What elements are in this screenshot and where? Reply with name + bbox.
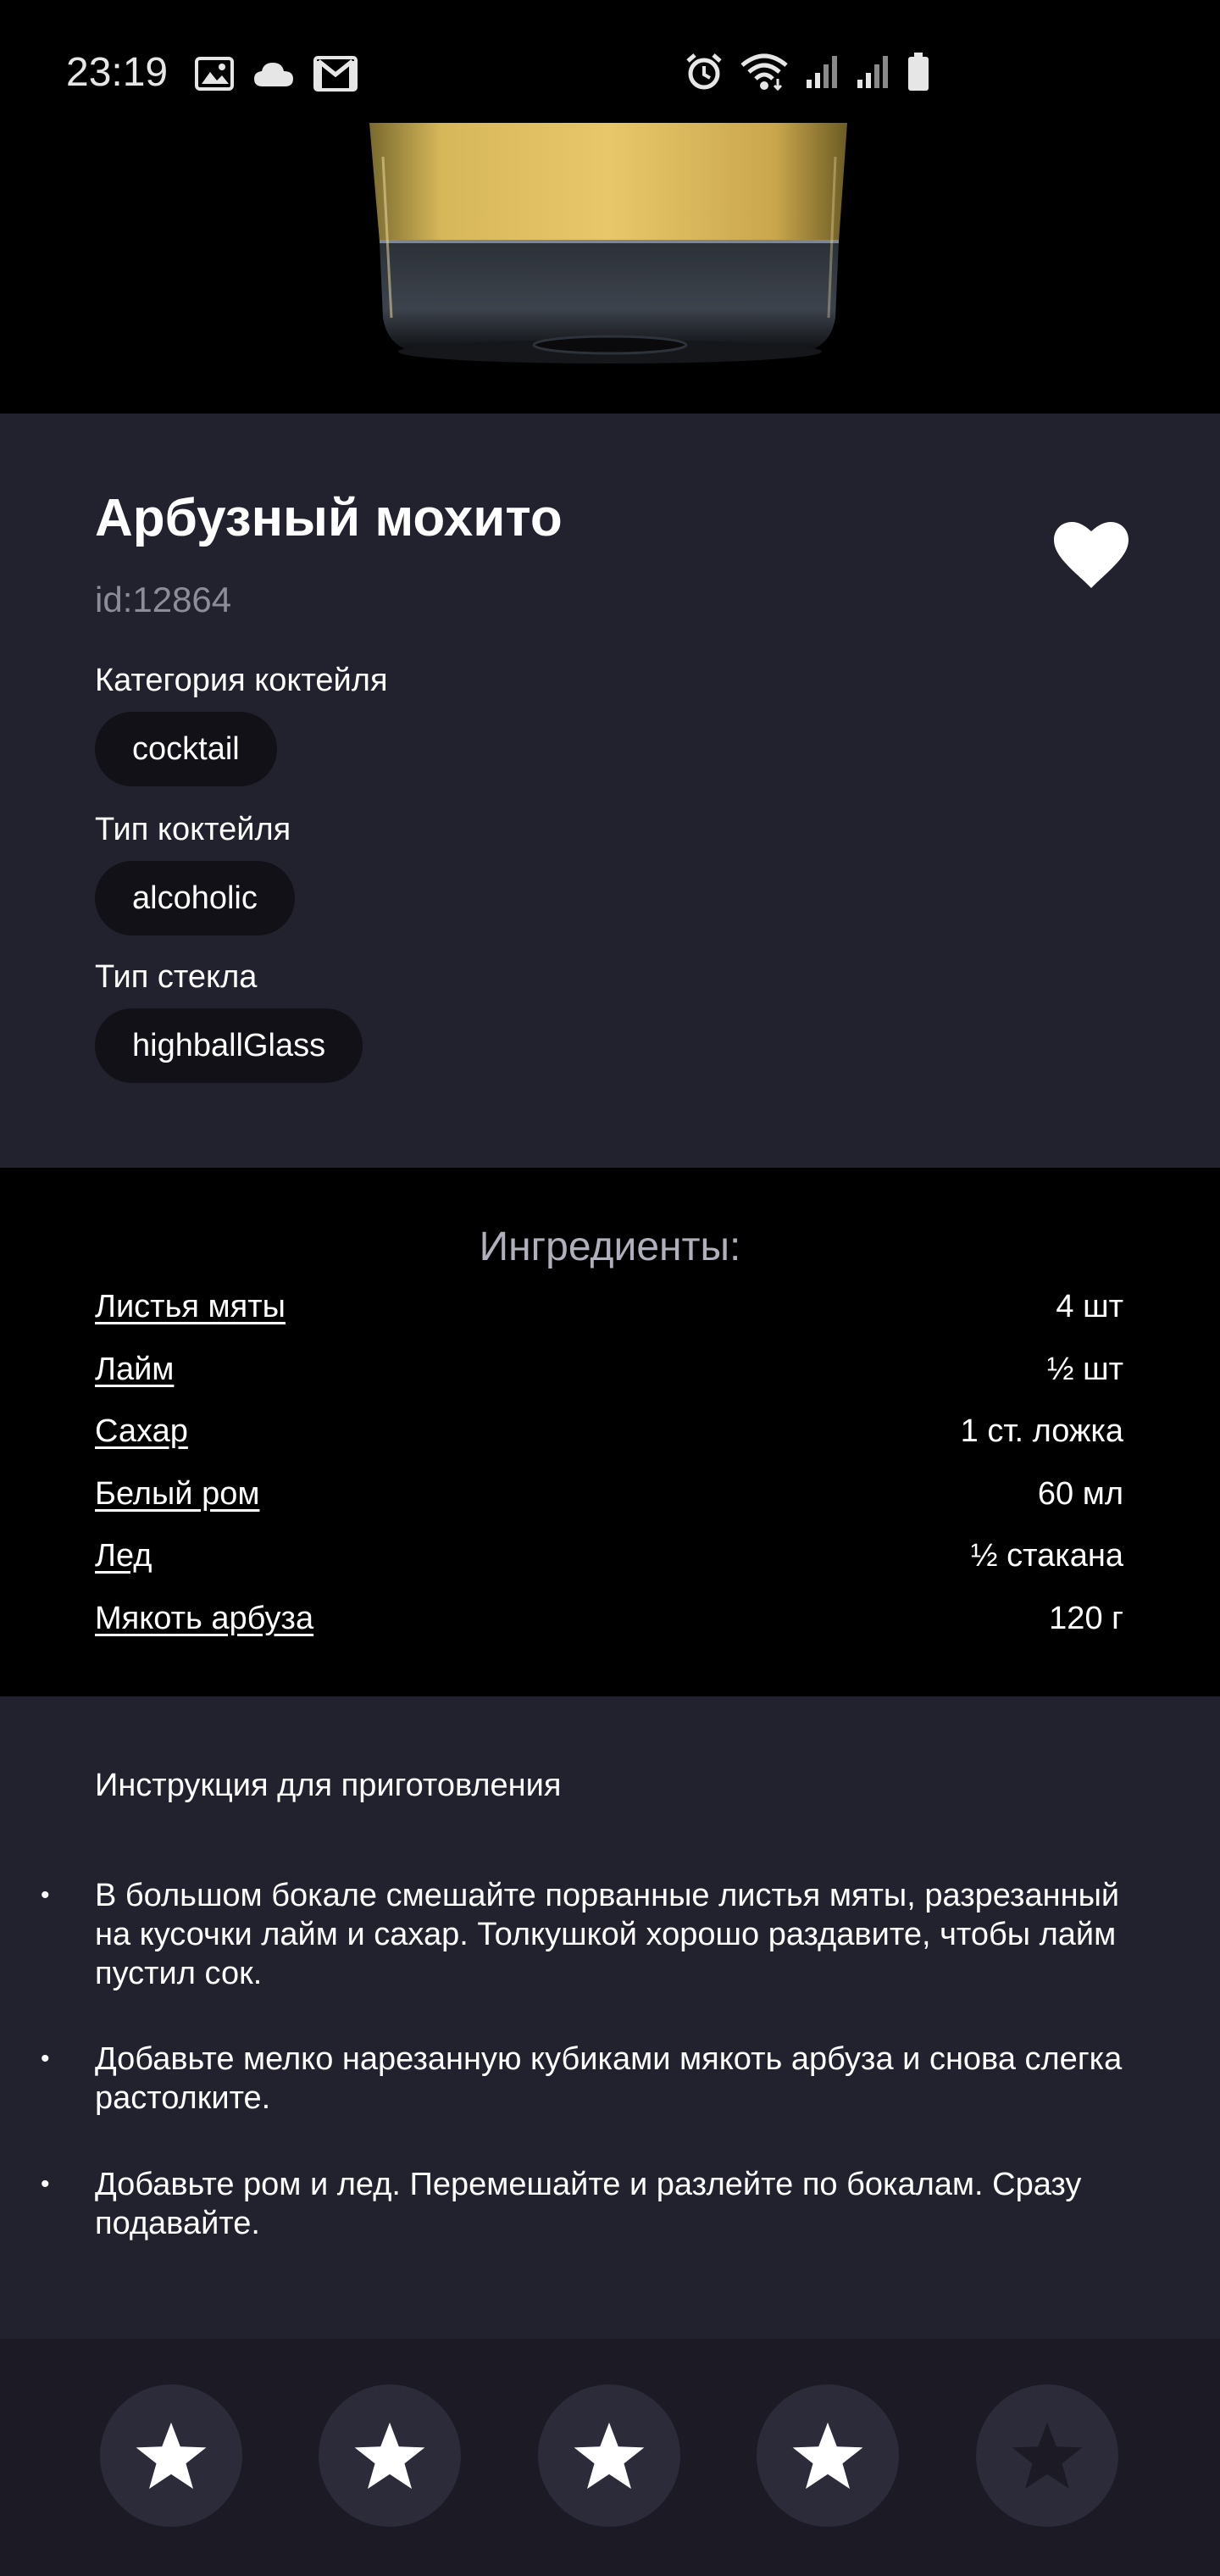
ingredient-row: Белый ром 60 мл xyxy=(95,1470,1123,1518)
rating-star-button-2[interactable] xyxy=(319,2384,461,2527)
drink-photo xyxy=(369,123,847,364)
rating-star-button-5[interactable] xyxy=(976,2384,1118,2527)
image-icon xyxy=(195,57,234,91)
battery-icon xyxy=(908,53,929,91)
ingredient-row: Мякоть арбуза 120 г xyxy=(95,1595,1123,1642)
rating-star-button-4[interactable] xyxy=(757,2384,899,2527)
drink-id: id:12864 xyxy=(95,580,232,619)
status-system-icons xyxy=(685,53,930,92)
ingredient-measure: ½ шт xyxy=(1046,1352,1123,1387)
ingredient-link[interactable]: Лайм xyxy=(95,1346,174,1393)
glass-chip[interactable]: highballGlass xyxy=(95,1008,363,1083)
ingredient-row: Лайм ½ шт xyxy=(95,1346,1123,1393)
star-icon xyxy=(354,2422,425,2490)
instruction-step: Добавьте ром и лед. Перемешайте и разлей… xyxy=(95,2167,1082,2241)
star-icon xyxy=(792,2422,863,2490)
ingredient-link[interactable]: Белый ром xyxy=(95,1470,259,1518)
cloud-icon xyxy=(254,63,293,86)
ingredient-measure: ½ стакана xyxy=(970,1538,1123,1574)
favorite-button[interactable] xyxy=(1039,512,1144,600)
star-icon xyxy=(1012,2422,1083,2490)
instruction-step: Добавьте мелко нарезанную кубиками мякот… xyxy=(95,2041,1123,2116)
status-time: 23:19 xyxy=(66,50,169,95)
step-bullet: • xyxy=(41,2045,50,2073)
ingredient-measure: 1 ст. ложка xyxy=(960,1413,1123,1449)
ingredient-measure: 4 шт xyxy=(1056,1289,1123,1324)
drink-image: 23:19 xyxy=(0,0,1220,414)
ingredient-row: Лед ½ стакана xyxy=(95,1532,1123,1579)
status-notification-icons xyxy=(195,56,358,92)
instruction-step: В большом бокале смешайте порванные лист… xyxy=(95,1878,1120,1991)
ingredient-row: Листья мяты 4 шт xyxy=(95,1283,1123,1330)
ingredient-row: Сахар 1 ст. ложка xyxy=(95,1407,1123,1455)
ingredient-link[interactable]: Лед xyxy=(95,1532,152,1579)
star-icon xyxy=(136,2422,207,2490)
ingredient-measure: 120 г xyxy=(1049,1601,1123,1636)
ingredient-link[interactable]: Листья мяты xyxy=(95,1283,286,1330)
rating-star-button-3[interactable] xyxy=(538,2384,680,2527)
ingredient-link[interactable]: Мякоть арбуза xyxy=(95,1595,313,1642)
category-chip[interactable]: cocktail xyxy=(95,712,277,786)
signal-icon xyxy=(857,56,888,88)
step-bullet: • xyxy=(41,1881,50,1909)
step-bullet: • xyxy=(41,2170,50,2198)
ingredient-measure: 60 мл xyxy=(1037,1476,1123,1512)
type-label: Тип коктейля xyxy=(95,812,291,847)
drink-title: Арбузный мохито xyxy=(95,489,563,547)
status-bar: 23:19 xyxy=(0,0,1220,123)
star-icon xyxy=(574,2422,645,2490)
alarm-icon xyxy=(686,53,722,90)
instructions-title: Инструкция для приготовления xyxy=(95,1768,562,1803)
glass-label: Тип стекла xyxy=(95,959,258,995)
heart-icon xyxy=(1054,522,1128,588)
ingredient-link[interactable]: Сахар xyxy=(95,1407,188,1455)
gmail-icon xyxy=(313,56,358,92)
category-label: Категория коктейля xyxy=(95,663,388,698)
signal-icon xyxy=(807,56,837,88)
rating-star-button-1[interactable] xyxy=(100,2384,242,2527)
type-chip[interactable]: alcoholic xyxy=(95,861,295,935)
wifi-icon xyxy=(740,53,788,91)
ingredients-title: Ингредиенты: xyxy=(479,1224,741,1269)
